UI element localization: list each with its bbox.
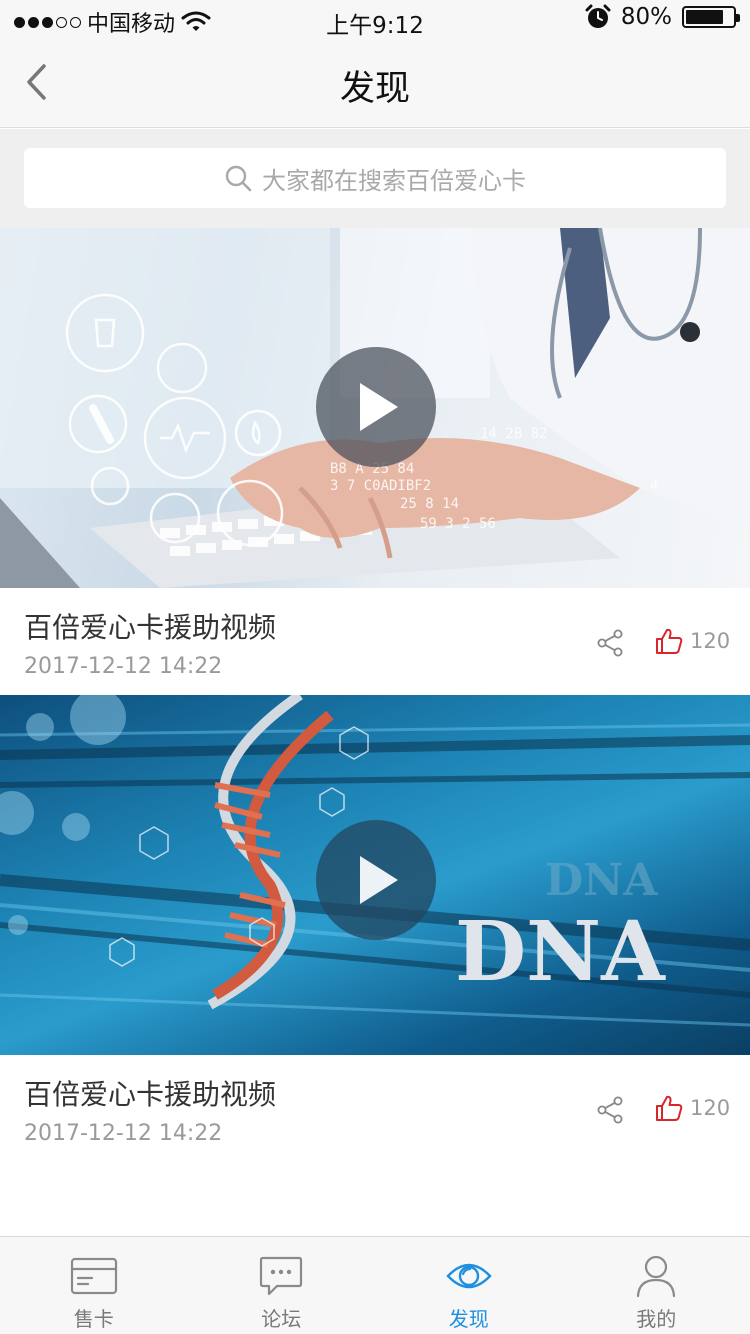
- share-icon: [597, 629, 623, 657]
- page-title: 发现: [339, 69, 410, 109]
- like-count: 120: [690, 629, 731, 653]
- battery-icon: [682, 6, 740, 28]
- search-section: 大家都在搜索百倍爱心卡: [0, 129, 750, 228]
- tab-label: 售卡: [73, 1307, 114, 1331]
- status-right: 80%: [585, 4, 740, 30]
- play-button[interactable]: [316, 347, 436, 467]
- like-count: 120: [690, 1096, 731, 1120]
- share-icon: [597, 1096, 623, 1124]
- video-cover-dna[interactable]: DNA DNA: [0, 695, 750, 1055]
- like-button[interactable]: 120: [654, 1093, 730, 1123]
- tab-forum[interactable]: 论坛: [188, 1237, 376, 1334]
- thumbs-up-icon: [656, 628, 683, 654]
- svg-text:DNA: DNA: [545, 855, 658, 906]
- svg-text:25 8 14: 25 8 14: [400, 496, 459, 512]
- tab-label: 发现: [448, 1307, 489, 1331]
- search-input[interactable]: 大家都在搜索百倍爱心卡: [24, 148, 726, 208]
- search-placeholder: 大家都在搜索百倍爱心卡: [262, 166, 526, 195]
- share-button[interactable]: [596, 1096, 624, 1124]
- status-bar: 中国移动 上午9:12 80%: [0, 0, 750, 40]
- thumbs-up-icon: [656, 1095, 683, 1121]
- video-info: 百倍爱心卡援助视频 2017-12-12 14:22 120: [0, 588, 750, 695]
- tab-mine[interactable]: 我的: [563, 1237, 750, 1334]
- chat-bubble-icon: [257, 1255, 305, 1297]
- svg-text:4: 4: [650, 478, 658, 494]
- play-button[interactable]: [316, 820, 436, 940]
- search-icon: [225, 165, 252, 192]
- play-icon: [360, 856, 398, 904]
- video-title[interactable]: 百倍爱心卡援助视频: [24, 606, 276, 646]
- eye-icon: [445, 1255, 493, 1297]
- like-button[interactable]: 120: [654, 626, 730, 656]
- nav-bar: 发现: [0, 40, 750, 128]
- tab-discover[interactable]: 发现: [375, 1237, 563, 1334]
- alarm-clock-icon: [585, 4, 611, 28]
- share-button[interactable]: [596, 629, 624, 657]
- svg-text:3 7 C0ADIBF2: 3 7 C0ADIBF2: [330, 478, 431, 494]
- battery-percent: 80%: [620, 4, 672, 30]
- user-icon: [632, 1255, 680, 1298]
- card-icon: [70, 1255, 118, 1297]
- video-cover-medical[interactable]: B8 A 25 84 3 7 C0ADIBF2 25 8 14 59 3 2 5…: [0, 228, 750, 588]
- video-title[interactable]: 百倍爱心卡援助视频: [24, 1073, 276, 1113]
- video-info: 百倍爱心卡援助视频 2017-12-12 14:22 120: [0, 1055, 750, 1162]
- play-icon: [360, 383, 398, 431]
- svg-text:59 3 2 56: 59 3 2 56: [420, 516, 496, 532]
- svg-text:14 2B 82: 14 2B 82: [480, 426, 547, 442]
- tab-label: 论坛: [261, 1307, 302, 1331]
- dna-cover-text: DNA: [455, 904, 666, 1000]
- tab-label: 我的: [636, 1307, 677, 1331]
- tab-bar: 售卡 论坛 发现 我的: [0, 1236, 750, 1334]
- video-date: 2017-12-12 14:22: [24, 654, 223, 679]
- video-date: 2017-12-12 14:22: [24, 1121, 223, 1146]
- tab-sell-card[interactable]: 售卡: [0, 1237, 188, 1334]
